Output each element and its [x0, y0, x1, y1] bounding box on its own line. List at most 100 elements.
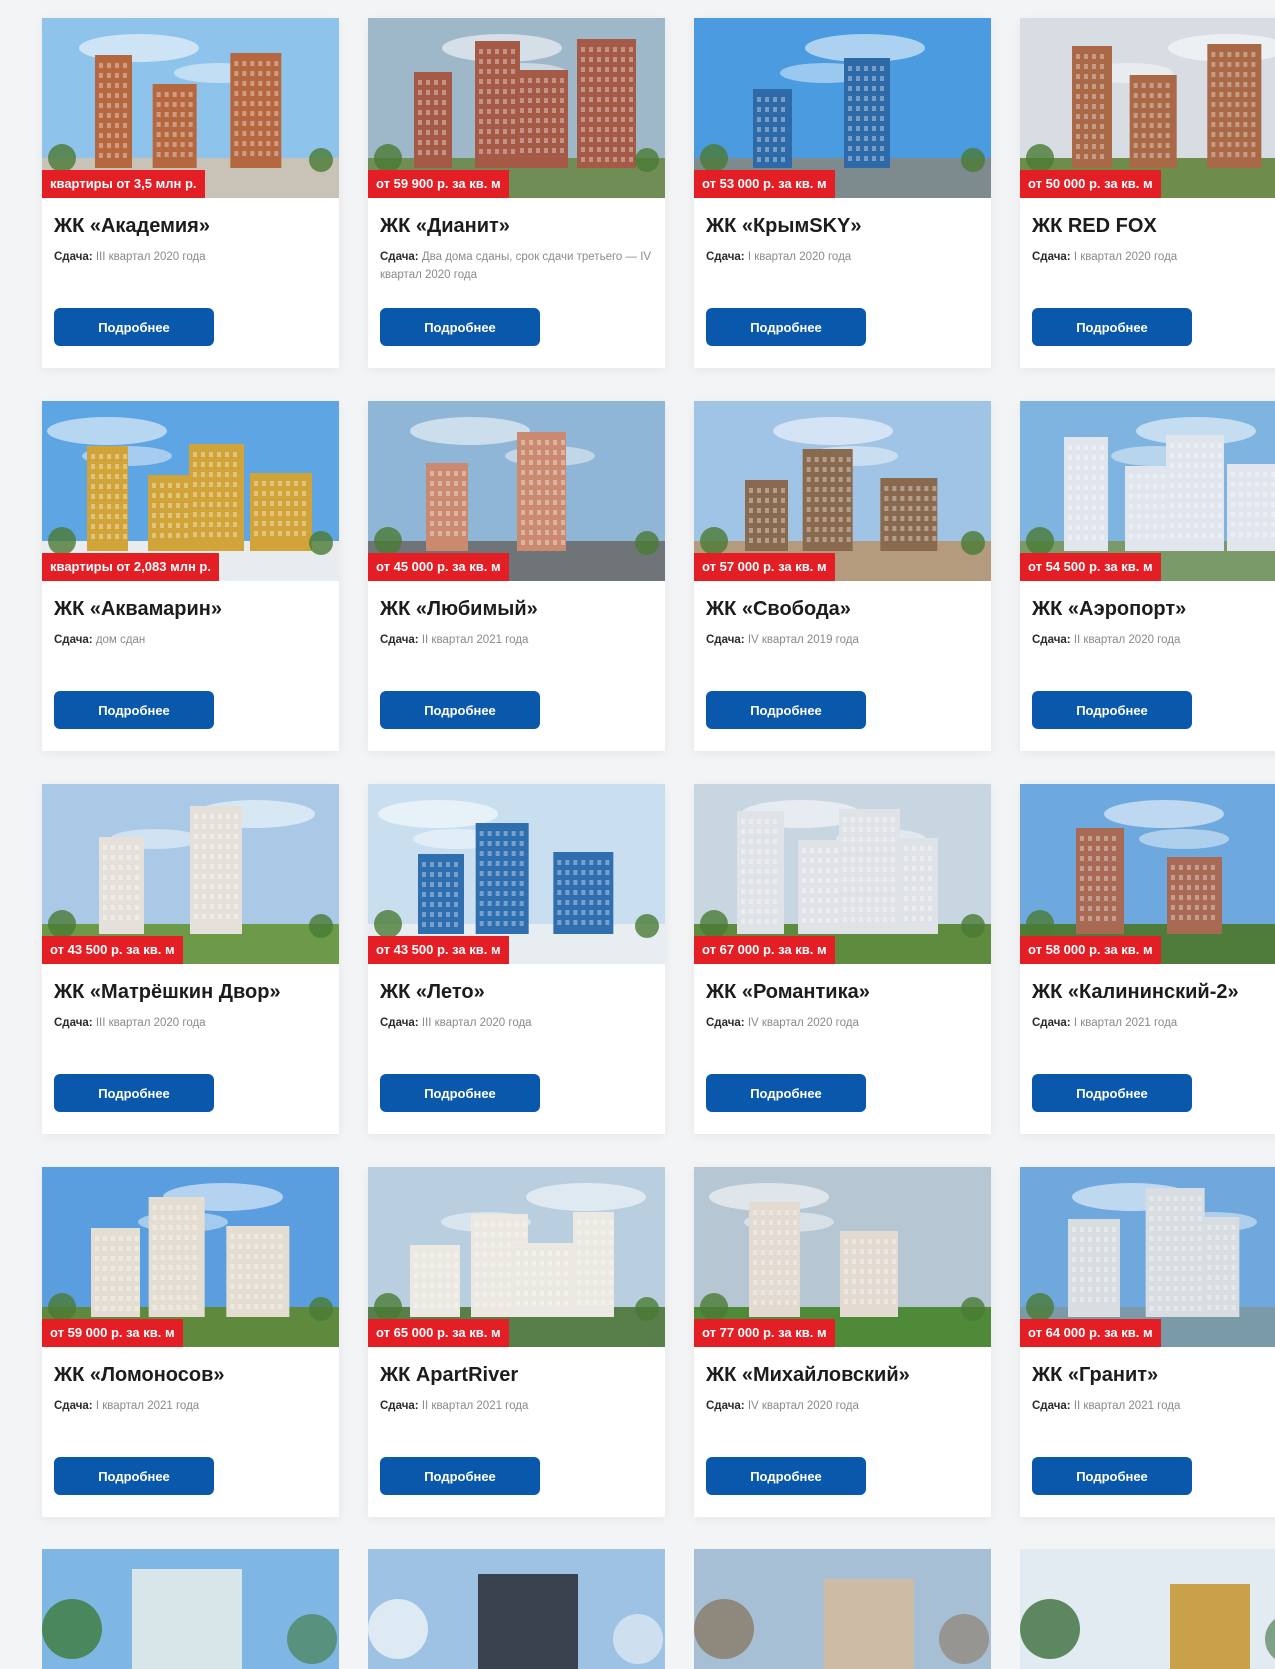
- development-photo[interactable]: от 58 000 р. за кв. м: [1020, 784, 1275, 964]
- completion-status: Сдача: I квартал 2021 года: [1032, 1014, 1275, 1050]
- development-photo[interactable]: от 77 000 р. за кв. м: [694, 1167, 991, 1347]
- price-badge: от 59 000 р. за кв. м: [42, 1319, 183, 1347]
- development-card: от 67 000 р. за кв. м ЖК «Романтика» Сда…: [694, 784, 991, 1134]
- price-badge: от 50 000 р. за кв. м: [1020, 170, 1161, 198]
- development-photo[interactable]: от 57 000 р. за кв. м: [694, 401, 991, 581]
- development-card-partial[interactable]: [694, 1549, 991, 1669]
- development-photo[interactable]: от 50 000 р. за кв. м: [1020, 18, 1275, 198]
- development-title[interactable]: ЖК «Матрёшкин Двор»: [54, 980, 327, 1004]
- completion-status: Сдача: Два дома сданы, срок сдачи третье…: [380, 248, 653, 284]
- completion-status-label: Сдача:: [1032, 1400, 1071, 1412]
- details-button[interactable]: Подробнее: [706, 1074, 866, 1112]
- details-button[interactable]: Подробнее: [380, 1457, 540, 1495]
- completion-status-value: дом сдан: [95, 634, 146, 646]
- development-card: от 64 000 р. за кв. м ЖК «Гранит» Сдача:…: [1020, 1167, 1275, 1517]
- price-badge: от 54 500 р. за кв. м: [1020, 553, 1161, 581]
- development-title[interactable]: ЖК «Аквамарин»: [54, 597, 327, 621]
- development-title[interactable]: ЖК «Гранит»: [1032, 1363, 1275, 1387]
- details-button[interactable]: Подробнее: [54, 308, 214, 346]
- completion-status: Сдача: II квартал 2020 года: [1032, 631, 1275, 667]
- development-card: от 57 000 р. за кв. м ЖК «Свобода» Сдача…: [694, 401, 991, 751]
- development-title[interactable]: ЖК «Ломоносов»: [54, 1363, 327, 1387]
- development-card: от 65 000 р. за кв. м ЖК ApartRiver Сдач…: [368, 1167, 665, 1517]
- details-button[interactable]: Подробнее: [380, 308, 540, 346]
- completion-status-label: Сдача:: [380, 1017, 419, 1029]
- development-title[interactable]: ЖК «Свобода»: [706, 597, 979, 621]
- price-badge: от 43 500 р. за кв. м: [368, 936, 509, 964]
- price-badge: от 77 000 р. за кв. м: [694, 1319, 835, 1347]
- completion-status-label: Сдача:: [54, 251, 93, 263]
- development-photo[interactable]: от 45 000 р. за кв. м: [368, 401, 665, 581]
- development-title[interactable]: ЖК «Академия»: [54, 214, 327, 238]
- completion-status-label: Сдача:: [380, 634, 419, 646]
- completion-status-value: IV квартал 2019 года: [747, 634, 859, 646]
- development-card: от 50 000 р. за кв. м ЖК RED FOX Сдача: …: [1020, 18, 1275, 368]
- completion-status-label: Сдача:: [380, 251, 419, 263]
- development-photo[interactable]: от 59 900 р. за кв. м: [368, 18, 665, 198]
- price-badge: от 53 000 р. за кв. м: [694, 170, 835, 198]
- completion-status: Сдача: I квартал 2021 года: [54, 1397, 327, 1433]
- development-title[interactable]: ЖК «Любимый»: [380, 597, 653, 621]
- details-button[interactable]: Подробнее: [1032, 1074, 1192, 1112]
- development-photo[interactable]: от 67 000 р. за кв. м: [694, 784, 991, 964]
- development-card-partial[interactable]: [368, 1549, 665, 1669]
- development-title[interactable]: ЖК «КрымSKY»: [706, 214, 979, 238]
- completion-status-value: III квартал 2020 года: [95, 251, 206, 263]
- details-button[interactable]: Подробнее: [706, 308, 866, 346]
- developments-grid: квартиры от 3,5 млн р. ЖК «Академия» Сда…: [42, 18, 1275, 1517]
- development-card: квартиры от 3,5 млн р. ЖК «Академия» Сда…: [42, 18, 339, 368]
- completion-status-label: Сдача:: [54, 1017, 93, 1029]
- price-badge: от 43 500 р. за кв. м: [42, 936, 183, 964]
- development-photo[interactable]: от 59 000 р. за кв. м: [42, 1167, 339, 1347]
- completion-status-label: Сдача:: [706, 1017, 745, 1029]
- details-button[interactable]: Подробнее: [706, 1457, 866, 1495]
- details-button[interactable]: Подробнее: [1032, 308, 1192, 346]
- completion-status-value: II квартал 2021 года: [1073, 1400, 1181, 1412]
- development-title[interactable]: ЖК «Калининский-2»: [1032, 980, 1275, 1004]
- development-title[interactable]: ЖК «Михайловский»: [706, 1363, 979, 1387]
- price-badge: от 59 900 р. за кв. м: [368, 170, 509, 198]
- development-photo[interactable]: от 43 500 р. за кв. м: [368, 784, 665, 964]
- development-photo[interactable]: квартиры от 2,083 млн р.: [42, 401, 339, 581]
- completion-status-value: IV квартал 2020 года: [747, 1400, 859, 1412]
- development-photo[interactable]: квартиры от 3,5 млн р.: [42, 18, 339, 198]
- development-title[interactable]: ЖК «Лето»: [380, 980, 653, 1004]
- details-button[interactable]: Подробнее: [380, 691, 540, 729]
- details-button[interactable]: Подробнее: [380, 1074, 540, 1112]
- development-title[interactable]: ЖК RED FOX: [1032, 214, 1275, 238]
- completion-status-label: Сдача:: [706, 1400, 745, 1412]
- development-photo[interactable]: от 64 000 р. за кв. м: [1020, 1167, 1275, 1347]
- details-button[interactable]: Подробнее: [706, 691, 866, 729]
- development-card: от 77 000 р. за кв. м ЖК «Михайловский» …: [694, 1167, 991, 1517]
- development-photo[interactable]: от 43 500 р. за кв. м: [42, 784, 339, 964]
- developments-grid-next-row: [42, 1549, 1275, 1669]
- completion-status-label: Сдача:: [1032, 251, 1071, 263]
- details-button[interactable]: Подробнее: [1032, 1457, 1192, 1495]
- price-badge: от 65 000 р. за кв. м: [368, 1319, 509, 1347]
- price-badge: квартиры от 2,083 млн р.: [42, 553, 219, 581]
- development-title[interactable]: ЖК ApartRiver: [380, 1363, 653, 1387]
- completion-status-label: Сдача:: [1032, 634, 1071, 646]
- completion-status-value: III квартал 2020 года: [421, 1017, 532, 1029]
- development-photo[interactable]: от 53 000 р. за кв. м: [694, 18, 991, 198]
- development-photo[interactable]: от 54 500 р. за кв. м: [1020, 401, 1275, 581]
- price-badge: от 67 000 р. за кв. м: [694, 936, 835, 964]
- completion-status-value: Два дома сданы, срок сдачи третьего — IV…: [380, 251, 652, 281]
- price-badge: от 45 000 р. за кв. м: [368, 553, 509, 581]
- details-button[interactable]: Подробнее: [54, 1457, 214, 1495]
- development-card-partial[interactable]: [42, 1549, 339, 1669]
- development-title[interactable]: ЖК «Дианит»: [380, 214, 653, 238]
- development-card: от 43 500 р. за кв. м ЖК «Лето» Сдача: I…: [368, 784, 665, 1134]
- details-button[interactable]: Подробнее: [54, 1074, 214, 1112]
- development-card: от 59 900 р. за кв. м ЖК «Дианит» Сдача:…: [368, 18, 665, 368]
- completion-status-value: II квартал 2021 года: [421, 634, 529, 646]
- development-card-partial[interactable]: [1020, 1549, 1275, 1669]
- completion-status-value: II квартал 2020 года: [1073, 634, 1181, 646]
- details-button[interactable]: Подробнее: [54, 691, 214, 729]
- development-title[interactable]: ЖК «Аэропорт»: [1032, 597, 1275, 621]
- completion-status-label: Сдача:: [54, 634, 93, 646]
- details-button[interactable]: Подробнее: [1032, 691, 1192, 729]
- development-photo[interactable]: от 65 000 р. за кв. м: [368, 1167, 665, 1347]
- development-title[interactable]: ЖК «Романтика»: [706, 980, 979, 1004]
- price-badge: от 58 000 р. за кв. м: [1020, 936, 1161, 964]
